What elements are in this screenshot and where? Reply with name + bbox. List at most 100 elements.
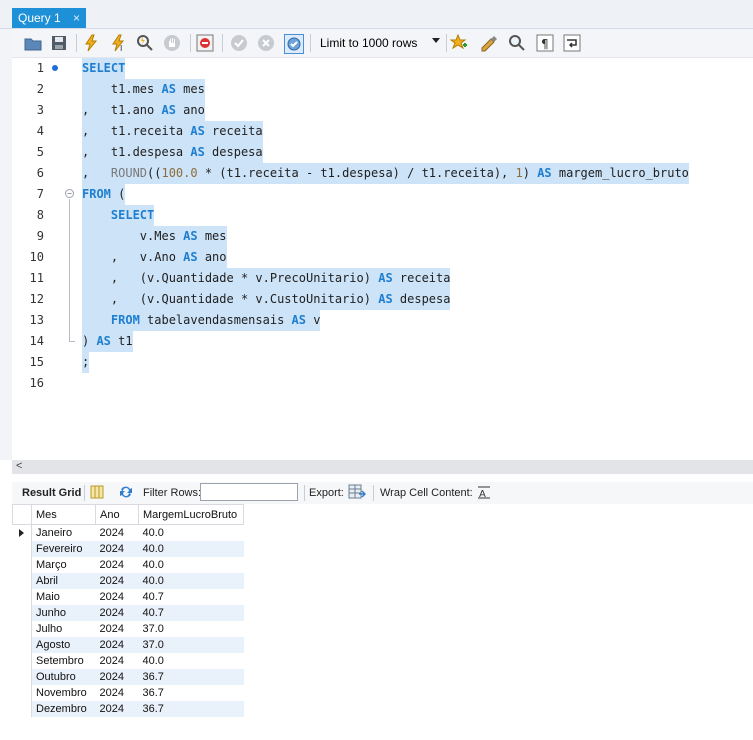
- table-row[interactable]: Fevereiro 2024 40.0: [12, 541, 244, 557]
- code-text: ) AS t1: [82, 331, 133, 352]
- table-cell[interactable]: 40.0: [139, 557, 244, 573]
- table-row[interactable]: Agosto 2024 37.0: [12, 637, 244, 653]
- table-cell[interactable]: 40.7: [138, 605, 244, 621]
- line-number: 15: [29, 355, 44, 369]
- table-cell[interactable]: 2024: [96, 589, 139, 605]
- table-cell[interactable]: Maio: [32, 589, 96, 605]
- execute-icon[interactable]: [82, 34, 100, 52]
- table-cell[interactable]: 40.0: [138, 573, 244, 589]
- table-cell[interactable]: 40.0: [139, 653, 244, 669]
- row-header[interactable]: [12, 524, 32, 541]
- table-cell[interactable]: Outubro: [31, 669, 96, 685]
- row-header[interactable]: [12, 557, 32, 573]
- table-row[interactable]: Abril 2024 40.0: [12, 573, 244, 589]
- commit-icon[interactable]: [230, 34, 248, 52]
- table-cell[interactable]: Novembro: [32, 685, 96, 701]
- code-line: 5 , t1.despesa AS despesa: [12, 142, 753, 163]
- table-cell[interactable]: Agosto: [31, 637, 96, 653]
- table-cell[interactable]: 2024: [96, 621, 139, 637]
- row-header[interactable]: [12, 637, 32, 653]
- table-cell[interactable]: 2024: [95, 701, 139, 717]
- horizontal-scrollbar[interactable]: <: [12, 460, 753, 474]
- table-row[interactable]: Janeiro 2024 40.0: [12, 524, 244, 542]
- invisible-chars-icon[interactable]: ¶: [536, 34, 554, 52]
- wrap-icon[interactable]: [563, 34, 581, 52]
- row-header[interactable]: [12, 685, 32, 701]
- table-cell[interactable]: 2024: [95, 573, 139, 589]
- scroll-left-icon[interactable]: <: [16, 460, 22, 472]
- filter-rows-input[interactable]: [200, 483, 298, 501]
- table-cell[interactable]: 2024: [96, 525, 139, 542]
- line-number: 1: [36, 61, 44, 75]
- line-number: 5: [36, 145, 44, 159]
- fold-toggle-icon[interactable]: −: [65, 189, 74, 198]
- rollback-icon[interactable]: [257, 34, 275, 52]
- table-cell[interactable]: 2024: [96, 653, 139, 669]
- table-cell[interactable]: 2024: [95, 605, 139, 621]
- table-cell[interactable]: 2024: [95, 669, 139, 685]
- column-header[interactable]: Ano: [95, 504, 139, 525]
- table-row[interactable]: Dezembro 2024 36.7: [12, 701, 244, 717]
- table-cell[interactable]: 2024: [95, 637, 139, 653]
- table-row[interactable]: Maio 2024 40.7: [12, 589, 244, 605]
- table-row[interactable]: Outubro 2024 36.7: [12, 669, 244, 685]
- table-row[interactable]: Setembro 2024 40.0: [12, 653, 244, 669]
- table-row[interactable]: Julho 2024 37.0: [12, 621, 244, 637]
- table-cell[interactable]: Janeiro: [32, 525, 96, 542]
- tab-query-1[interactable]: Query 1 ×: [12, 8, 86, 28]
- add-snippet-icon[interactable]: [450, 34, 468, 52]
- table-cell[interactable]: 37.0: [138, 637, 244, 653]
- table-cell[interactable]: 36.7: [138, 701, 244, 717]
- table-cell[interactable]: 2024: [95, 541, 139, 557]
- table-cell[interactable]: 2024: [96, 685, 139, 701]
- table-row[interactable]: Março 2024 40.0: [12, 557, 244, 573]
- row-header[interactable]: [12, 701, 32, 717]
- row-header[interactable]: [12, 573, 32, 589]
- stop-icon[interactable]: [163, 34, 181, 52]
- sql-editor[interactable]: 1 SELECT 2 t1.mes AS mes 3 , t1.ano AS a…: [12, 58, 753, 460]
- refresh-icon[interactable]: [118, 485, 134, 502]
- wrap-cell-icon[interactable]: A: [477, 485, 491, 502]
- row-header[interactable]: [12, 653, 32, 669]
- code-text: , t1.despesa AS despesa: [82, 142, 263, 163]
- beautify-icon[interactable]: [480, 34, 498, 52]
- row-header[interactable]: [12, 669, 32, 685]
- row-header[interactable]: [12, 605, 32, 621]
- execute-current-icon[interactable]: I: [110, 34, 128, 52]
- table-cell[interactable]: Abril: [31, 573, 96, 589]
- code-line: 14 ) AS t1: [12, 331, 753, 352]
- column-header[interactable]: MargemLucroBruto: [138, 504, 244, 525]
- row-header[interactable]: [12, 541, 32, 557]
- open-file-icon[interactable]: [24, 34, 42, 52]
- table-cell[interactable]: 37.0: [139, 621, 244, 637]
- table-row[interactable]: Novembro 2024 36.7: [12, 685, 244, 701]
- table-cell[interactable]: Setembro: [32, 653, 96, 669]
- result-grid-tab[interactable]: Result Grid: [22, 487, 81, 499]
- explain-icon[interactable]: [136, 34, 154, 52]
- export-icon[interactable]: [348, 484, 367, 503]
- table-cell[interactable]: Março: [32, 557, 96, 573]
- grid-view-icon[interactable]: [90, 485, 104, 502]
- table-cell[interactable]: 36.7: [138, 669, 244, 685]
- row-header[interactable]: [12, 589, 32, 605]
- table-cell[interactable]: Junho: [31, 605, 96, 621]
- limit-rows-select[interactable]: Limit to 1000 rows: [318, 32, 440, 54]
- code-line: 10 , v.Ano AS ano: [12, 247, 753, 268]
- toggle-error-icon[interactable]: [196, 34, 214, 52]
- autocommit-icon[interactable]: [284, 34, 304, 54]
- save-icon[interactable]: [50, 34, 68, 52]
- table-row[interactable]: Junho 2024 40.7: [12, 605, 244, 621]
- table-cell[interactable]: 40.0: [139, 525, 244, 542]
- table-cell[interactable]: 40.0: [138, 541, 244, 557]
- table-cell[interactable]: 40.7: [139, 589, 244, 605]
- table-cell[interactable]: Dezembro: [31, 701, 96, 717]
- close-tab-icon[interactable]: ×: [73, 11, 80, 25]
- find-icon[interactable]: [508, 34, 526, 52]
- table-cell[interactable]: Julho: [32, 621, 96, 637]
- row-header[interactable]: [12, 621, 32, 637]
- column-header[interactable]: Mes: [31, 504, 96, 525]
- table-cell[interactable]: Fevereiro: [31, 541, 96, 557]
- wrap-cell-label: Wrap Cell Content:: [380, 487, 473, 499]
- table-cell[interactable]: 2024: [96, 557, 139, 573]
- table-cell[interactable]: 36.7: [139, 685, 244, 701]
